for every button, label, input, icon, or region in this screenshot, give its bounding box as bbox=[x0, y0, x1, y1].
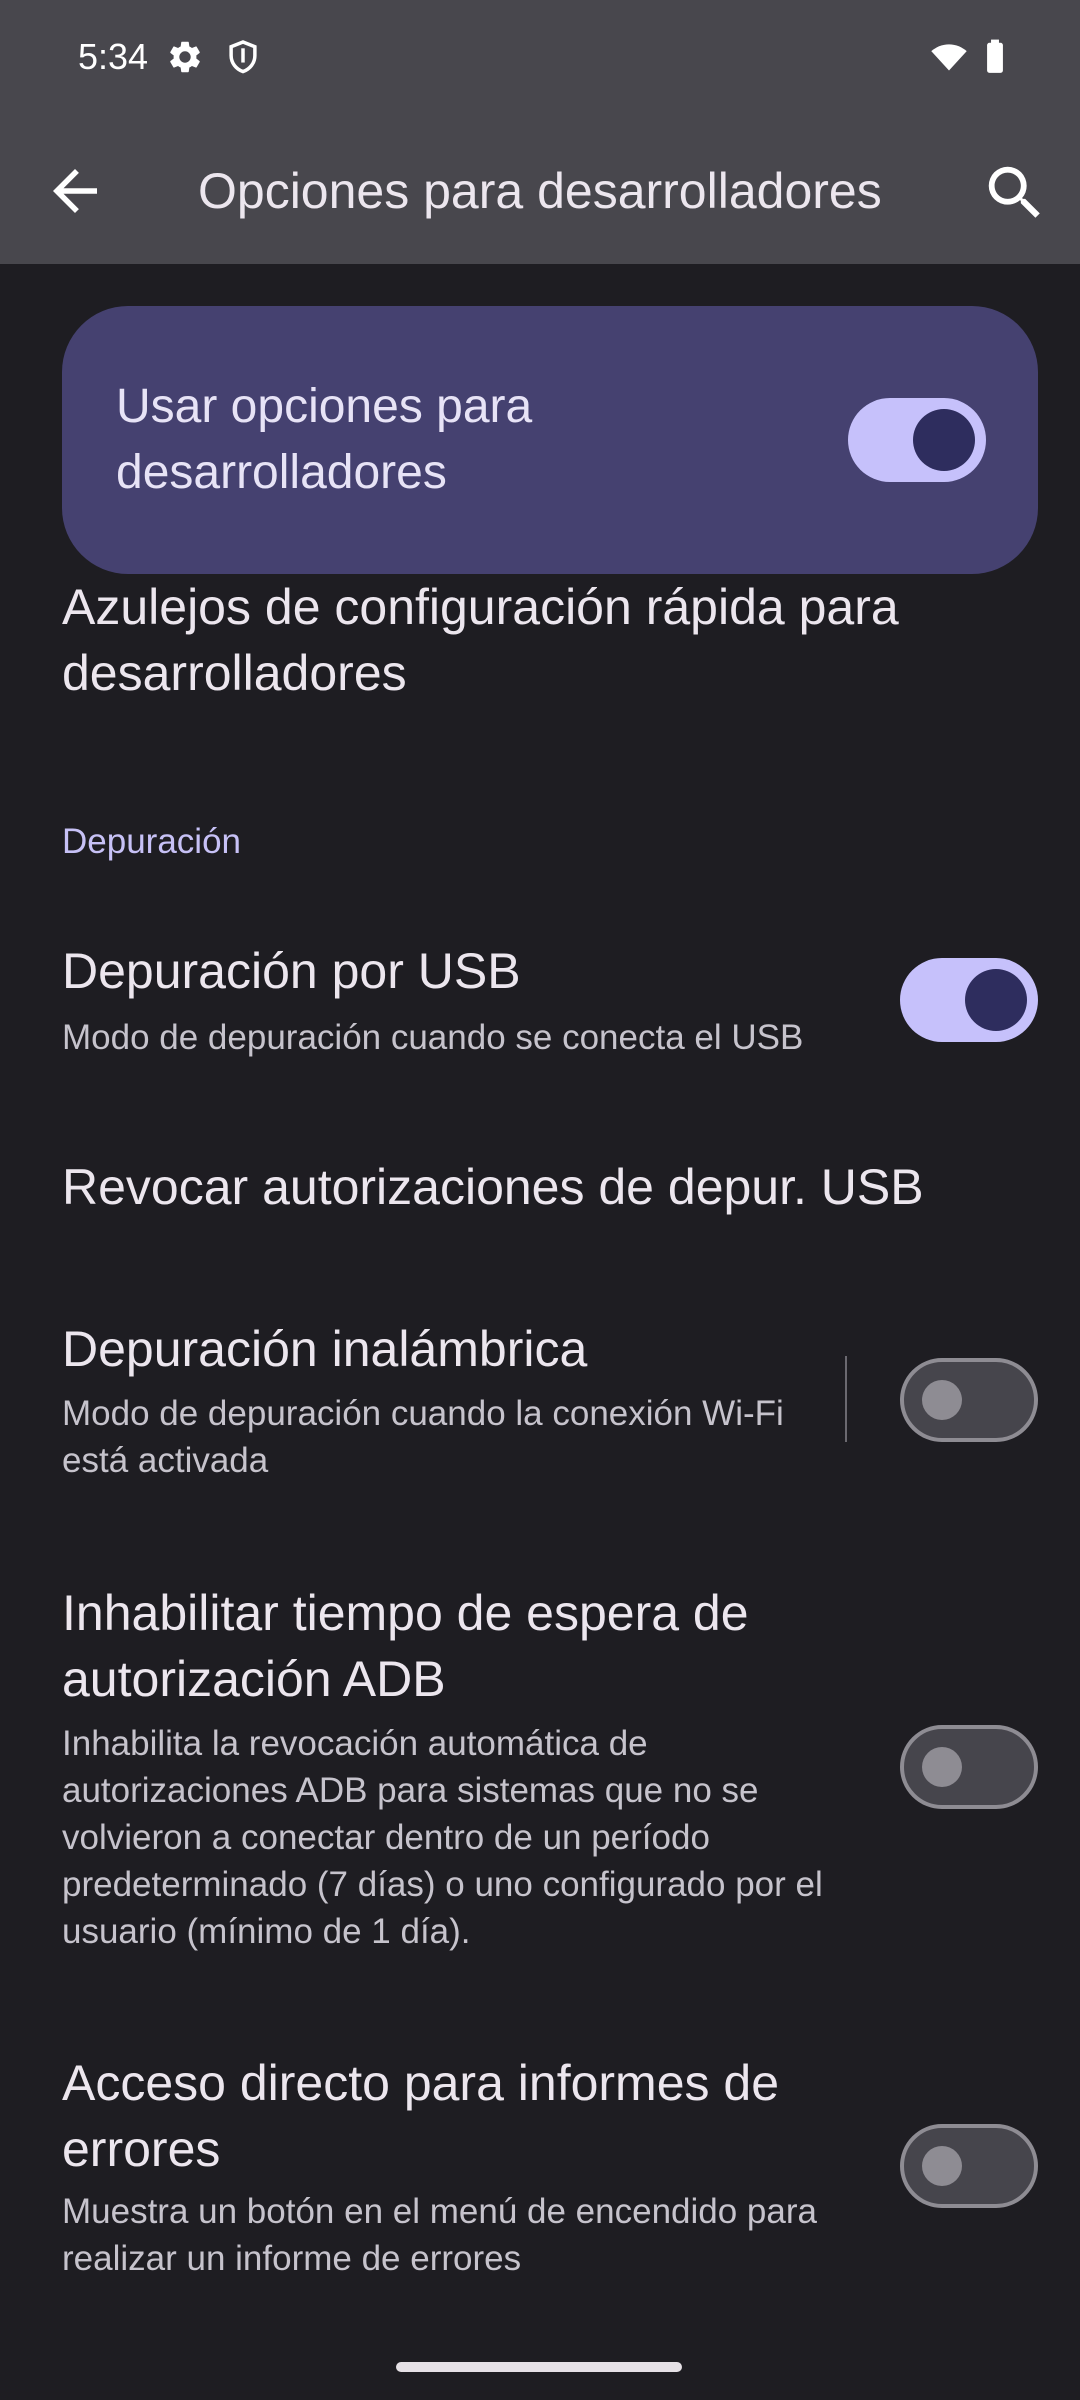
back-arrow-icon[interactable] bbox=[42, 158, 108, 224]
bug-report-shortcut-title[interactable]: Acceso directo para informes de errores bbox=[62, 2050, 882, 2182]
wifi-icon bbox=[931, 44, 967, 71]
switch-knob bbox=[922, 1380, 962, 1420]
switch-knob bbox=[922, 1747, 962, 1787]
page-title: Opciones para desarrolladores bbox=[198, 163, 882, 219]
quick-settings-tiles-item[interactable]: Azulejos de configuración rápida para de… bbox=[62, 574, 1022, 706]
use-developer-options-card[interactable]: Usar opciones para desarrolladores bbox=[62, 306, 1038, 574]
gesture-nav-handle[interactable] bbox=[396, 2362, 682, 2372]
status-bar: 5:34 bbox=[0, 0, 1080, 118]
use-developer-options-switch[interactable] bbox=[848, 398, 986, 482]
status-time: 5:34 bbox=[78, 36, 149, 77]
bug-report-shortcut-summary: Muestra un botón en el menú de encendido… bbox=[62, 2192, 817, 2278]
disable-adb-timeout-switch[interactable] bbox=[900, 1725, 1038, 1809]
shield-icon bbox=[229, 40, 257, 74]
wireless-debugging-switch[interactable] bbox=[900, 1358, 1038, 1442]
disable-adb-timeout-title[interactable]: Inhabilitar tiempo de espera de autoriza… bbox=[62, 1580, 862, 1712]
search-icon[interactable] bbox=[980, 158, 1050, 228]
use-developer-options-label: Usar opciones para desarrolladores bbox=[116, 380, 533, 499]
wireless-debugging-title[interactable]: Depuración inalámbrica bbox=[62, 1316, 587, 1382]
battery-icon bbox=[987, 39, 1003, 73]
switch-knob bbox=[913, 409, 975, 471]
divider bbox=[845, 1356, 847, 1442]
wireless-debugging-summary: Modo de depuración cuando la conexión Wi… bbox=[62, 1394, 784, 1480]
switch-knob bbox=[922, 2146, 962, 2186]
settings-gear-icon bbox=[170, 41, 200, 73]
usb-debugging-title[interactable]: Depuración por USB bbox=[62, 938, 521, 1004]
bug-report-shortcut-switch[interactable] bbox=[900, 2124, 1038, 2208]
debugging-section-header: Depuración bbox=[62, 822, 241, 861]
usb-debugging-switch[interactable] bbox=[900, 958, 1038, 1042]
switch-knob bbox=[965, 969, 1027, 1031]
revoke-usb-authorizations-item[interactable]: Revocar autorizaciones de depur. USB bbox=[62, 1154, 924, 1220]
usb-debugging-summary: Modo de depuración cuando se conecta el … bbox=[62, 1018, 804, 1057]
disable-adb-timeout-summary: Inhabilita la revocación automática de a… bbox=[62, 1724, 823, 1951]
top-app-bar: Opciones para desarrolladores bbox=[0, 118, 1080, 264]
